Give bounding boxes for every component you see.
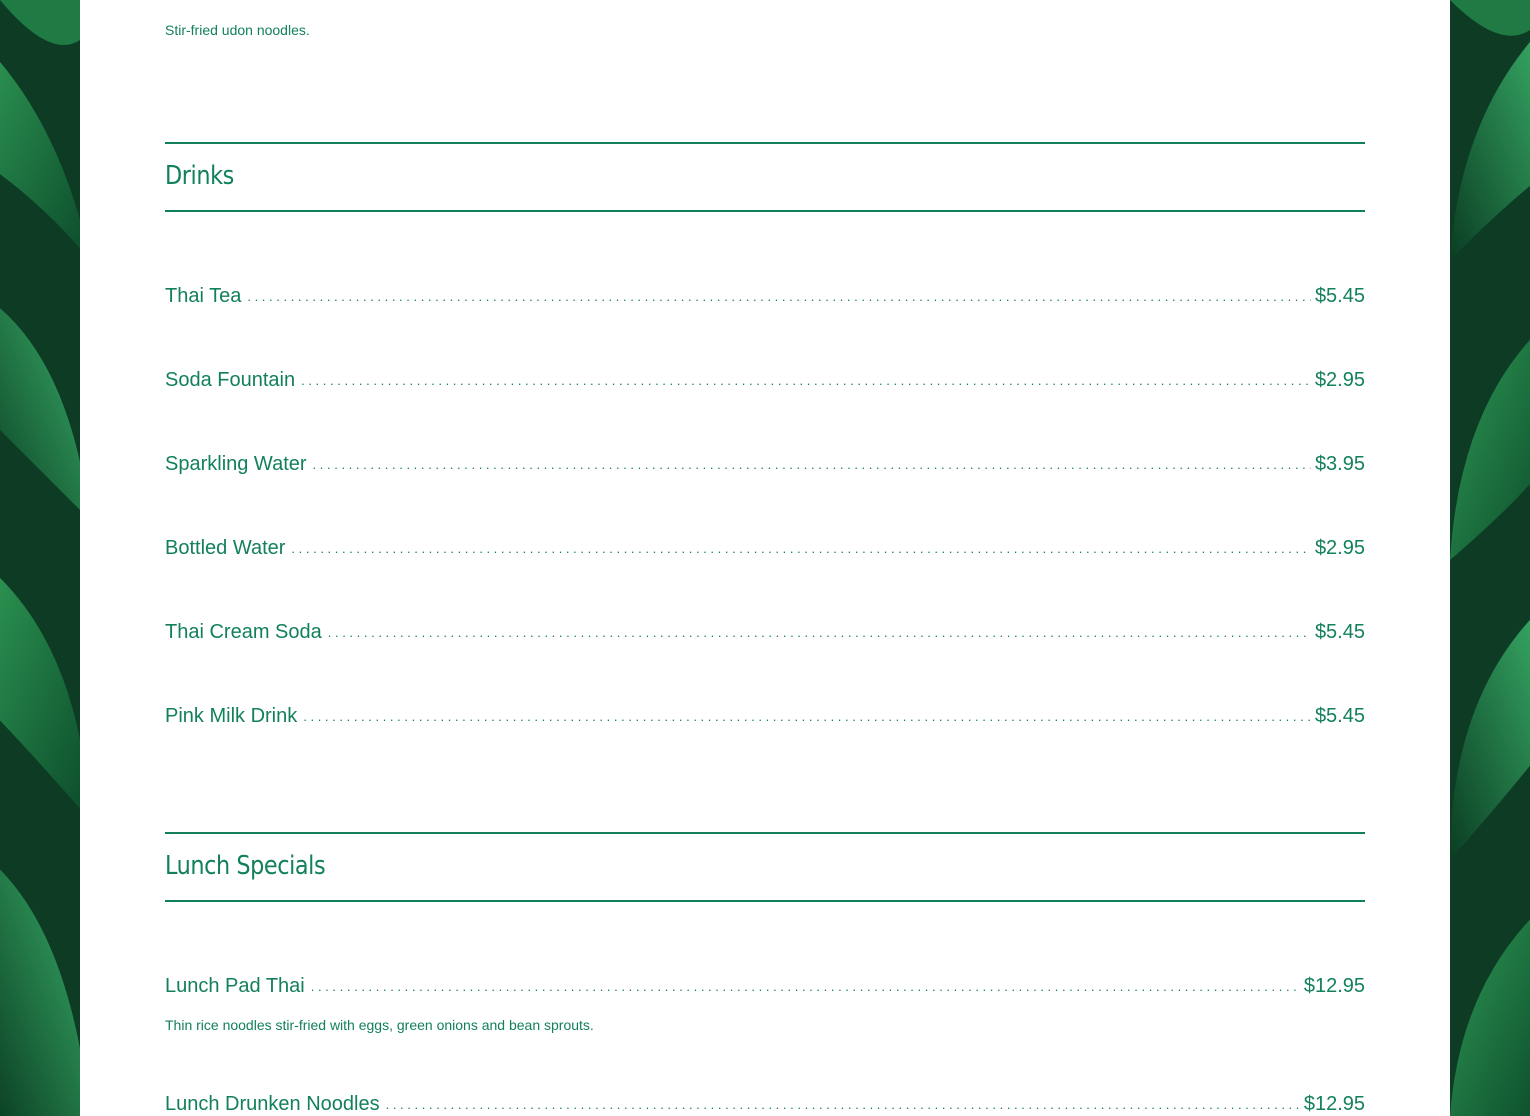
- dot-leader: [301, 369, 1311, 393]
- dot-leader: [291, 537, 1311, 561]
- section-title: Drinks: [165, 161, 234, 191]
- item-name: Soda Fountain: [165, 369, 296, 391]
- item-price: $5.45: [1314, 285, 1365, 307]
- dot-leader: [386, 1093, 1300, 1116]
- item-name: Lunch Drunken Noodles: [165, 1093, 380, 1115]
- item-price: $5.45: [1314, 705, 1365, 727]
- menu-item: Thai Tea $5.45: [165, 284, 1365, 310]
- menu-item: Pink Milk Drink $5.45: [165, 704, 1365, 730]
- item-price: $5.45: [1314, 621, 1365, 643]
- dot-leader: [328, 621, 1311, 645]
- menu-item-partial: Stir-fried udon noodles.: [165, 0, 1365, 44]
- dot-leader: [303, 705, 1311, 729]
- item-name: Bottled Water: [165, 537, 286, 559]
- dot-leader: [311, 975, 1300, 999]
- menu-item: Soda Fountain $2.95: [165, 368, 1365, 394]
- item-name: Sparkling Water: [165, 453, 307, 475]
- menu-item: Thai Cream Soda $5.45: [165, 620, 1365, 646]
- item-name: Thai Tea: [165, 285, 242, 307]
- item-price: $12.95: [1303, 1093, 1365, 1115]
- item-price: $2.95: [1314, 537, 1365, 559]
- section-header-lunch-specials: Lunch Specials: [165, 832, 1365, 902]
- dot-leader: [313, 453, 1311, 477]
- item-name: Pink Milk Drink: [165, 705, 298, 727]
- item-description: Thin rice noodles stir-fried with eggs, …: [165, 1017, 594, 1033]
- item-name: Thai Cream Soda: [165, 621, 322, 643]
- menu-item: Sparkling Water $3.95: [165, 452, 1365, 478]
- menu-item: Lunch Drunken Noodles $12.95: [165, 1092, 1365, 1116]
- section-title: Lunch Specials: [165, 851, 326, 881]
- menu-item: Bottled Water $2.95: [165, 536, 1365, 562]
- section-header-drinks: Drinks: [165, 142, 1365, 212]
- menu-item: Lunch Pad Thai $12.95: [165, 974, 1365, 1000]
- item-name: Lunch Pad Thai: [165, 975, 305, 997]
- item-price: $3.95: [1314, 453, 1365, 475]
- menu-content: Stir-fried udon noodles. Drinks Thai Tea…: [165, 0, 1365, 1116]
- item-description: Stir-fried udon noodles.: [165, 22, 310, 38]
- item-price: $2.95: [1314, 369, 1365, 391]
- dot-leader: [247, 285, 1311, 309]
- menu-panel: Stir-fried udon noodles. Drinks Thai Tea…: [80, 0, 1450, 1116]
- item-price: $12.95: [1303, 975, 1365, 997]
